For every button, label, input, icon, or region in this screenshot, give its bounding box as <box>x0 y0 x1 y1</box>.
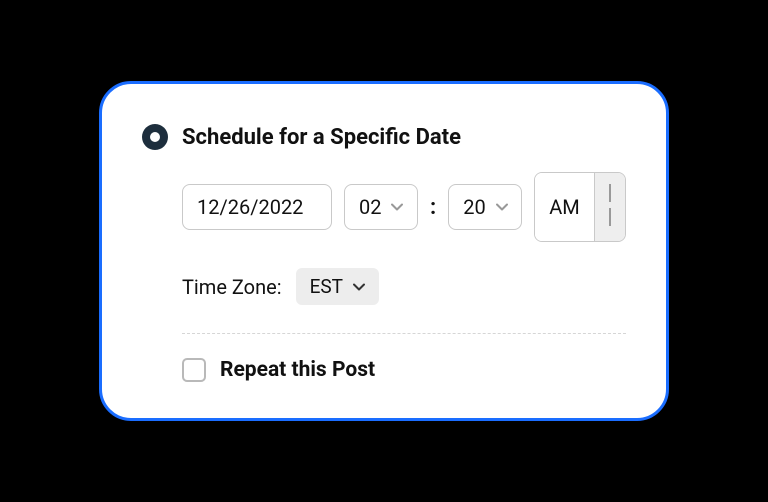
schedule-card: Schedule for a Specific Date 12/26/2022 … <box>99 81 669 421</box>
pause-icon <box>609 183 611 231</box>
chevron-down-icon <box>353 283 365 291</box>
ampm-pm-button[interactable] <box>594 173 625 241</box>
ampm-am-button[interactable]: AM <box>535 173 594 241</box>
ampm-toggle: AM <box>534 172 626 242</box>
schedule-datetime-row: 12/26/2022 02 : 20 AM <box>182 172 626 242</box>
hour-value: 02 <box>359 195 381 219</box>
repeat-checkbox[interactable] <box>182 358 206 382</box>
date-value: 12/26/2022 <box>197 195 303 219</box>
date-input[interactable]: 12/26/2022 <box>182 184 332 230</box>
minute-select[interactable]: 20 <box>448 184 522 230</box>
minute-value: 20 <box>463 195 485 219</box>
timezone-label: Time Zone: <box>182 275 282 299</box>
timezone-row: Time Zone: EST <box>182 268 626 305</box>
chevron-down-icon <box>496 203 508 211</box>
repeat-label: Repeat this Post <box>220 358 375 382</box>
radio-selected-icon <box>142 124 168 150</box>
timezone-value: EST <box>310 275 343 298</box>
hour-select[interactable]: 02 <box>344 184 418 230</box>
radio-label: Schedule for a Specific Date <box>182 125 461 150</box>
repeat-post-row: Repeat this Post <box>182 358 626 382</box>
time-separator: : <box>430 195 436 220</box>
timezone-select[interactable]: EST <box>296 268 379 305</box>
radio-schedule-specific-date[interactable]: Schedule for a Specific Date <box>142 124 626 150</box>
ampm-am-label: AM <box>549 195 580 219</box>
section-divider <box>182 333 626 334</box>
chevron-down-icon <box>391 203 403 211</box>
